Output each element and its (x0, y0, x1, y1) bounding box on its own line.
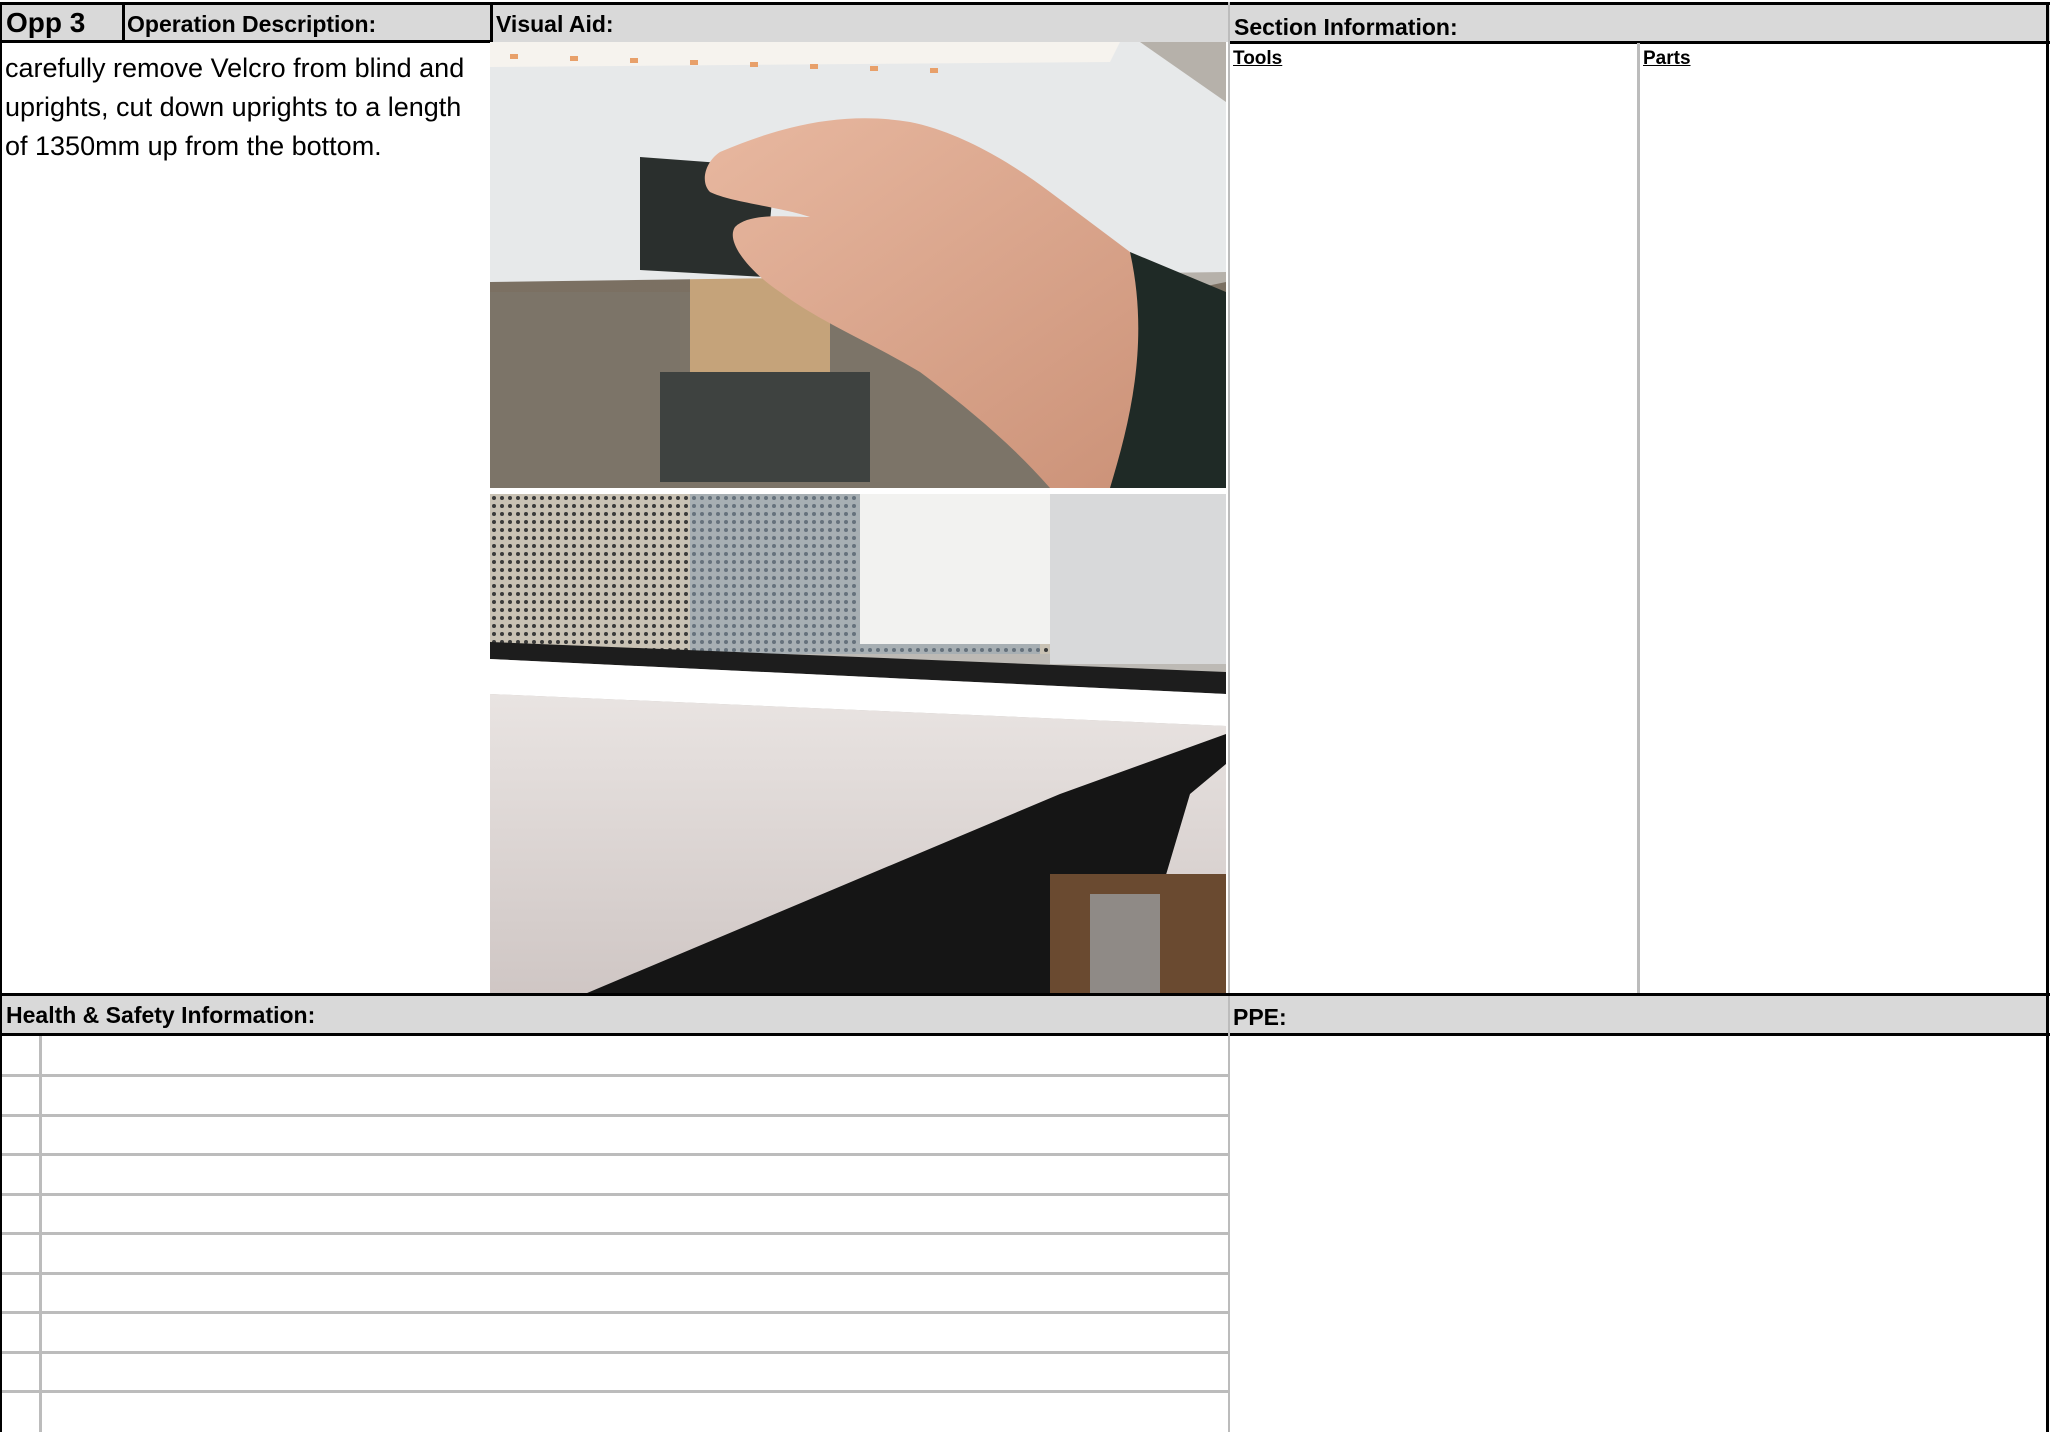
table-row (2, 1272, 1228, 1275)
table-row (2, 1311, 1228, 1314)
table-row (2, 1193, 1228, 1196)
table-row (2, 1153, 1228, 1156)
section-left-divider (1228, 2, 1230, 996)
table-row (2, 1114, 1228, 1117)
opp-number: Opp 3 (0, 2, 122, 42)
section-information-heading: Section Information: (1228, 4, 2050, 42)
window-with-velcro-strip-photo (490, 494, 1226, 996)
opp-divider (122, 2, 125, 42)
visual-aid-heading: Visual Aid: (490, 2, 1228, 42)
operation-description-heading: Operation Description: (122, 2, 490, 42)
tools-label: Tools (1233, 48, 1283, 69)
right-border (2046, 2, 2049, 1432)
table-row (2, 1351, 1228, 1354)
operation-description-text: carefully remove Velcro from blind and u… (5, 53, 465, 161)
top-border (0, 2, 2050, 5)
visual-aid-divider (490, 2, 493, 42)
table-row (2, 1390, 1228, 1393)
table-row (2, 1074, 1228, 1077)
table-row (2, 1232, 1228, 1235)
health-safety-heading: Health & Safety Information: (2, 996, 1228, 1034)
hand-removing-velcro-photo (490, 42, 1226, 488)
parts-label: Parts (1643, 48, 1691, 69)
ppe-content (1230, 1036, 2046, 1432)
health-safety-table (2, 1036, 1228, 1432)
ppe-heading: PPE: (1230, 996, 2046, 1034)
tools-parts-divider (1637, 43, 1640, 996)
